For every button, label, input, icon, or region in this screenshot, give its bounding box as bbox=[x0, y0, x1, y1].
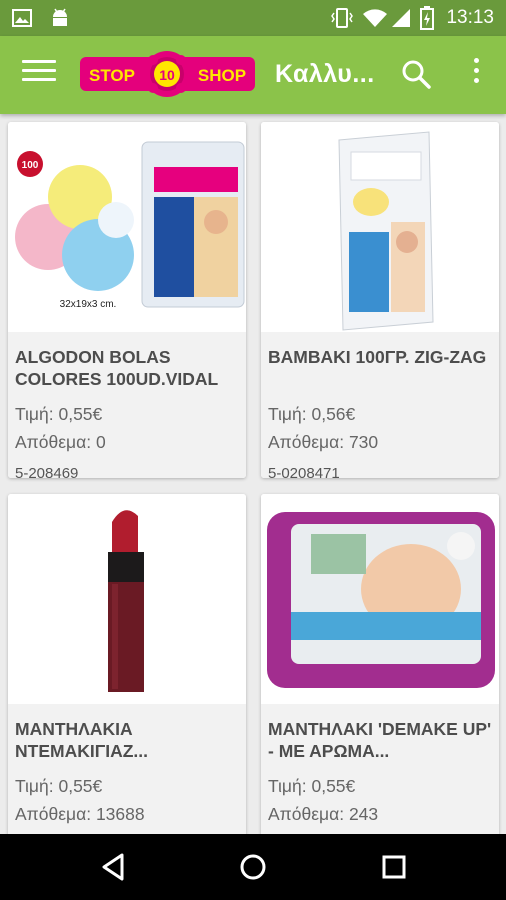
product-code: 5-208469 bbox=[15, 465, 79, 478]
product-stock: Απόθεμα: 730 bbox=[268, 432, 379, 452]
product-image bbox=[261, 122, 499, 332]
navigation-bar bbox=[0, 834, 506, 900]
product-card[interactable]: ΜΑΝΤΗΛΑΚΙ 'DEMAKE UP' - ΜΕ ΑΡΩΜΑ... Τιμή… bbox=[261, 494, 499, 834]
recents-icon[interactable] bbox=[378, 851, 410, 883]
product-stock: Απόθεμα: 0 bbox=[15, 432, 106, 452]
product-stock: Απόθεμα: 243 bbox=[268, 804, 379, 824]
product-price: Τιμή: 0,55€ bbox=[15, 404, 103, 424]
search-icon[interactable] bbox=[400, 58, 432, 90]
product-name: ΜΑΝΤΗΛΑΚΙ 'DEMAKE UP' - ΜΕ ΑΡΩΜΑ... bbox=[268, 719, 492, 761]
battery-icon bbox=[420, 6, 434, 30]
image-icon bbox=[12, 9, 32, 27]
vibrate-icon bbox=[331, 8, 353, 28]
more-vert-icon[interactable] bbox=[466, 58, 486, 90]
logo-text-ten: 10 bbox=[159, 67, 175, 83]
status-bar: 13:13 bbox=[0, 0, 506, 36]
product-price: Τιμή: 0,55€ bbox=[15, 776, 103, 796]
logo-text-stop: STOP bbox=[89, 66, 135, 85]
home-icon[interactable] bbox=[237, 851, 269, 883]
svg-text:100: 100 bbox=[22, 160, 39, 171]
product-price: Τιμή: 0,55€ bbox=[268, 776, 356, 796]
product-card[interactable]: ΒΑΜΒΑΚΙ 100ΓΡ. ZIG-ZAG Τιμή: 0,56€ Απόθε… bbox=[261, 122, 499, 478]
android-icon bbox=[53, 8, 67, 26]
clock: 13:13 bbox=[446, 7, 494, 28]
wifi-icon bbox=[363, 9, 387, 27]
product-image: 100 32x19x3 cm. bbox=[8, 122, 246, 332]
product-card[interactable]: 100 32x19x3 cm. ALGODON BOLAS COLORES 10… bbox=[8, 122, 246, 478]
product-code: 5-0208471 bbox=[268, 465, 340, 478]
menu-icon[interactable] bbox=[22, 60, 56, 90]
back-icon[interactable] bbox=[98, 851, 130, 883]
product-grid: 100 32x19x3 cm. ALGODON BOLAS COLORES 10… bbox=[0, 114, 506, 834]
product-image bbox=[261, 494, 499, 704]
store-logo[interactable]: STOP 10 SHOP bbox=[80, 50, 255, 98]
product-card[interactable]: ΜΑΝΤΗΛΑΚΙΑ ΝΤΕΜΑΚΙΓΙΑΖ... Τιμή: 0,55€ Απ… bbox=[8, 494, 246, 834]
logo-text-shop: SHOP bbox=[198, 66, 246, 85]
app-bar: STOP 10 SHOP Καλλυ... bbox=[0, 36, 506, 114]
category-title: Καλλυ... bbox=[275, 60, 375, 88]
product-name: ΜΑΝΤΗΛΑΚΙΑ ΝΤΕΜΑΚΙΓΙΑΖ... bbox=[15, 719, 149, 761]
image-size-label: 32x19x3 cm. bbox=[60, 299, 117, 310]
product-stock: Απόθεμα: 13688 bbox=[15, 804, 145, 824]
product-name: ΒΑΜΒΑΚΙ 100ΓΡ. ZIG-ZAG bbox=[268, 347, 487, 367]
product-price: Τιμή: 0,56€ bbox=[268, 404, 356, 424]
product-image bbox=[8, 494, 246, 704]
signal-icon bbox=[392, 9, 410, 27]
product-name: ALGODON BOLAS COLORES 100UD.VIDAL bbox=[15, 347, 219, 389]
